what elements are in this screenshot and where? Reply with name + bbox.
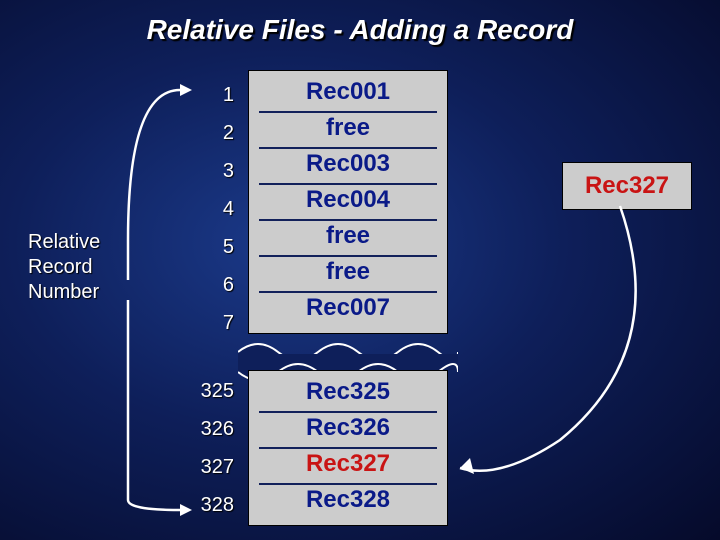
- axis-label: Relative Record Number: [28, 230, 100, 305]
- index-cell: 2: [190, 114, 234, 152]
- axis-label-line1: Relative: [28, 231, 100, 253]
- record-row: free: [259, 257, 437, 293]
- index-cell: 325: [190, 372, 234, 410]
- index-cell: 4: [190, 190, 234, 228]
- record-row: free: [259, 113, 437, 149]
- insert-arrow-icon: [440, 200, 680, 480]
- index-cell: 326: [190, 410, 234, 448]
- tear-icon: [238, 334, 458, 370]
- record-row: Rec001: [259, 77, 437, 113]
- index-cell: 6: [190, 266, 234, 304]
- record-table-top: Rec001 free Rec003 Rec004 free free Rec0…: [248, 70, 448, 334]
- index-cell: 327: [190, 448, 234, 486]
- index-cell: 3: [190, 152, 234, 190]
- axis-label-line3: Number: [28, 281, 99, 303]
- record-table-bottom: Rec325 Rec326 Rec327 Rec328: [248, 370, 448, 526]
- record-row: Rec007: [259, 293, 437, 329]
- index-cell: 328: [190, 486, 234, 524]
- record-row: Rec325: [259, 377, 437, 413]
- index-cell: 1: [190, 76, 234, 114]
- axis-label-line2: Record: [28, 256, 92, 278]
- index-column: 1 2 3 4 5 6 7 325 326 327 328: [190, 76, 234, 524]
- record-row: Rec004: [259, 185, 437, 221]
- index-cell: 7: [190, 304, 234, 342]
- record-row: Rec326: [259, 413, 437, 449]
- slide-title: Relative Files - Adding a Record: [0, 14, 720, 46]
- record-row: Rec003: [259, 149, 437, 185]
- insert-record-box: Rec327: [562, 162, 692, 210]
- record-row: Rec328: [259, 485, 437, 521]
- index-cell: 5: [190, 228, 234, 266]
- record-row-highlight: Rec327: [259, 449, 437, 485]
- record-row: free: [259, 221, 437, 257]
